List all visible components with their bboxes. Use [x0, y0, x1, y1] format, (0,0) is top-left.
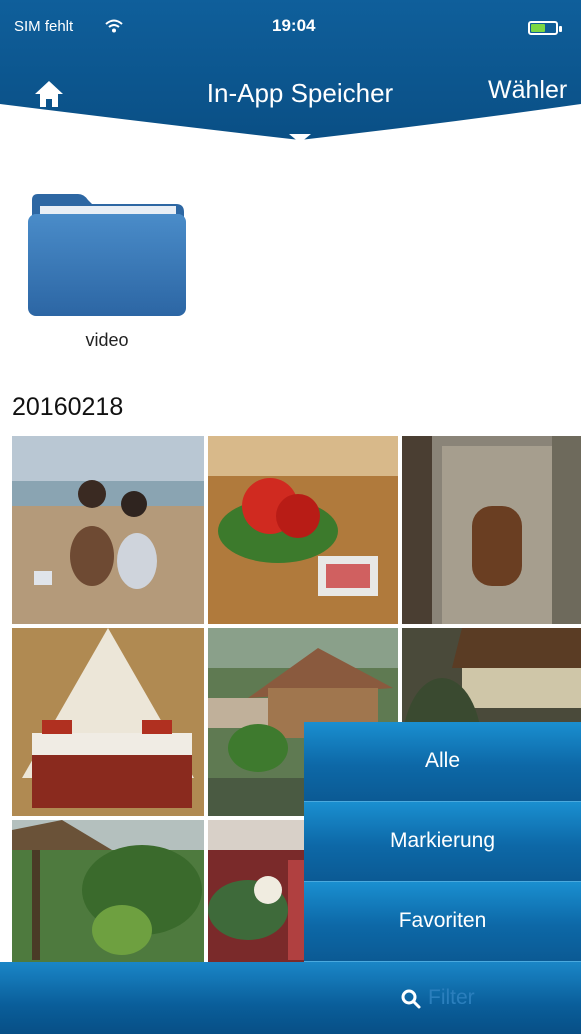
carrier-text: SIM fehlt — [14, 18, 74, 35]
photo-thumbnail[interactable] — [12, 820, 204, 966]
filter-option-all[interactable]: Alle — [304, 722, 581, 802]
wifi-icon — [104, 14, 124, 41]
page-title: In-App Speicher — [206, 78, 394, 108]
clock-text: 19:04 — [272, 16, 316, 35]
photo-thumbnail[interactable] — [402, 436, 581, 624]
home-button[interactable] — [32, 78, 66, 110]
filter-option-marked[interactable]: Markierung — [304, 802, 581, 882]
photo-thumbnail[interactable] — [12, 628, 204, 816]
section-date: 20160218 — [12, 393, 124, 421]
select-button[interactable]: Wähler — [488, 76, 567, 105]
filter-option-favorites[interactable]: Favoriten — [304, 882, 581, 962]
chevron-down-icon[interactable] — [287, 132, 313, 146]
photo-thumbnail[interactable] — [12, 436, 204, 624]
photo-thumbnail[interactable] — [208, 436, 398, 624]
folder-label: video — [85, 330, 129, 350]
filter-menu: Alle Markierung Favoriten — [304, 722, 581, 962]
battery-icon — [528, 21, 562, 35]
folder-icon — [28, 194, 186, 316]
home-icon — [35, 81, 63, 107]
bottom-filter-bar[interactable]: Filter — [0, 962, 581, 1034]
folder-video[interactable] — [26, 192, 188, 318]
filter-label[interactable]: Filter — [428, 986, 475, 1010]
search-icon — [401, 989, 421, 1009]
nav-header: SIM fehlt 19:04 In-App Speicher Wähler — [0, 0, 581, 150]
status-bar: SIM fehlt 19:04 — [0, 14, 581, 40]
